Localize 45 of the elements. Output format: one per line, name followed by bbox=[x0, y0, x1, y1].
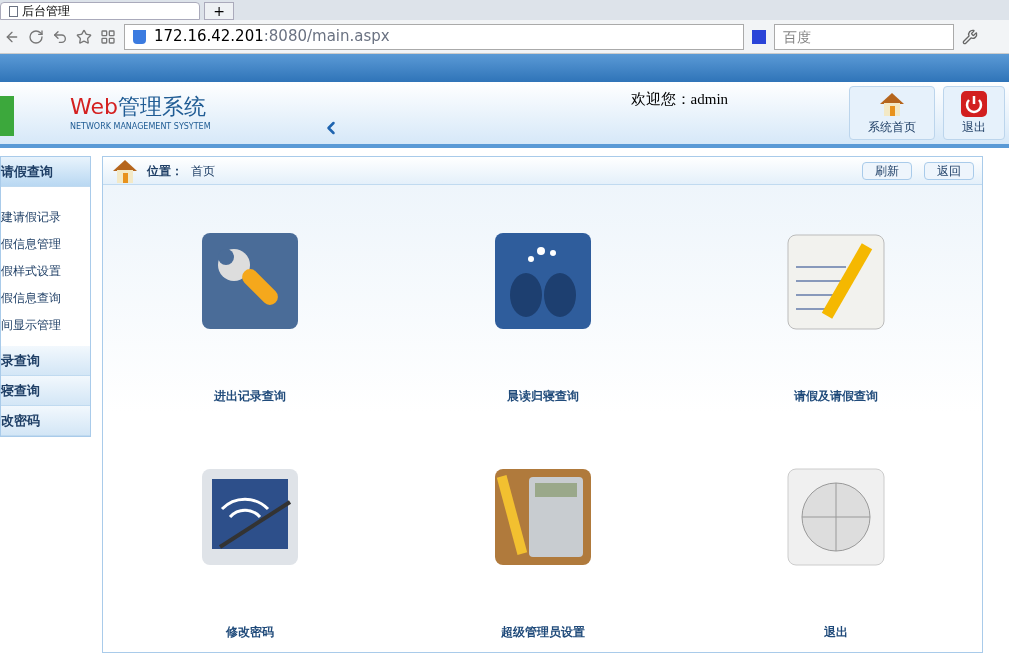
house-icon bbox=[878, 90, 906, 118]
sidebar-link[interactable]: 假信息管理 bbox=[1, 230, 90, 257]
logo-subtitle: NETWORK MANAGEMENT SYSYTEM bbox=[70, 120, 211, 133]
toolbar-button[interactable]: 刷新 bbox=[862, 161, 912, 180]
wrench-icon[interactable] bbox=[962, 28, 978, 45]
notepad-pencil-icon bbox=[785, 231, 886, 331]
logo-title: Web管理系统 bbox=[70, 93, 207, 121]
browser-tab[interactable]: 后台管理 bbox=[0, 2, 200, 20]
tile-label[interactable]: 进出记录查询 bbox=[213, 387, 286, 405]
page-icon bbox=[9, 5, 18, 17]
search-field[interactable]: 百度 bbox=[774, 23, 954, 50]
faces-icon bbox=[492, 231, 593, 331]
wrench-icon bbox=[199, 231, 300, 331]
tablet-pen-icon bbox=[199, 467, 300, 567]
new-tab-button[interactable]: + bbox=[204, 2, 234, 20]
sidebar-link[interactable]: 建请假记录 bbox=[1, 203, 90, 230]
header-button[interactable]: 系统首页 bbox=[849, 86, 935, 140]
sidebar-group-header[interactable]: 寝查询 bbox=[1, 376, 90, 406]
tile-label[interactable]: 请假及请假查询 bbox=[793, 387, 878, 405]
header-button[interactable]: 退出 bbox=[943, 86, 1005, 140]
tab-title: 后台管理 bbox=[22, 3, 70, 20]
star-icon[interactable] bbox=[76, 28, 92, 45]
sidebar-group-header[interactable]: 改密码 bbox=[1, 406, 90, 436]
sidebar-link[interactable]: 假样式设置 bbox=[1, 257, 90, 284]
calculator-pencil-icon bbox=[492, 467, 593, 567]
reload-icon[interactable] bbox=[28, 28, 44, 45]
sidebar-link[interactable]: 假信息查询 bbox=[1, 284, 90, 311]
url-text: 172.16.42.201:8080/main.aspx bbox=[154, 26, 390, 48]
tile-label[interactable]: 超级管理员设置 bbox=[500, 623, 585, 641]
globe-icon bbox=[785, 467, 886, 567]
welcome-text: 欢迎您：admin bbox=[630, 90, 729, 109]
shield-icon bbox=[133, 29, 146, 44]
tile-label[interactable]: 修改密码 bbox=[225, 623, 274, 641]
sidebar-group-header[interactable]: 请假查询 bbox=[1, 157, 90, 187]
grid-icon[interactable] bbox=[100, 28, 116, 45]
location-label: 位置： bbox=[147, 162, 183, 180]
current-page: 首页 bbox=[191, 162, 215, 180]
tile-label[interactable]: 晨读归寝查询 bbox=[506, 387, 579, 405]
power-icon bbox=[960, 90, 988, 118]
tile-label[interactable]: 退出 bbox=[823, 623, 848, 641]
toolbar-button[interactable]: 返回 bbox=[924, 161, 974, 180]
sidebar-group-header[interactable]: 录查询 bbox=[1, 346, 90, 376]
undo-icon[interactable] bbox=[52, 28, 68, 45]
address-bar[interactable]: 172.16.42.201:8080/main.aspx bbox=[124, 23, 744, 50]
sidebar-link[interactable]: 间显示管理 bbox=[1, 311, 90, 338]
